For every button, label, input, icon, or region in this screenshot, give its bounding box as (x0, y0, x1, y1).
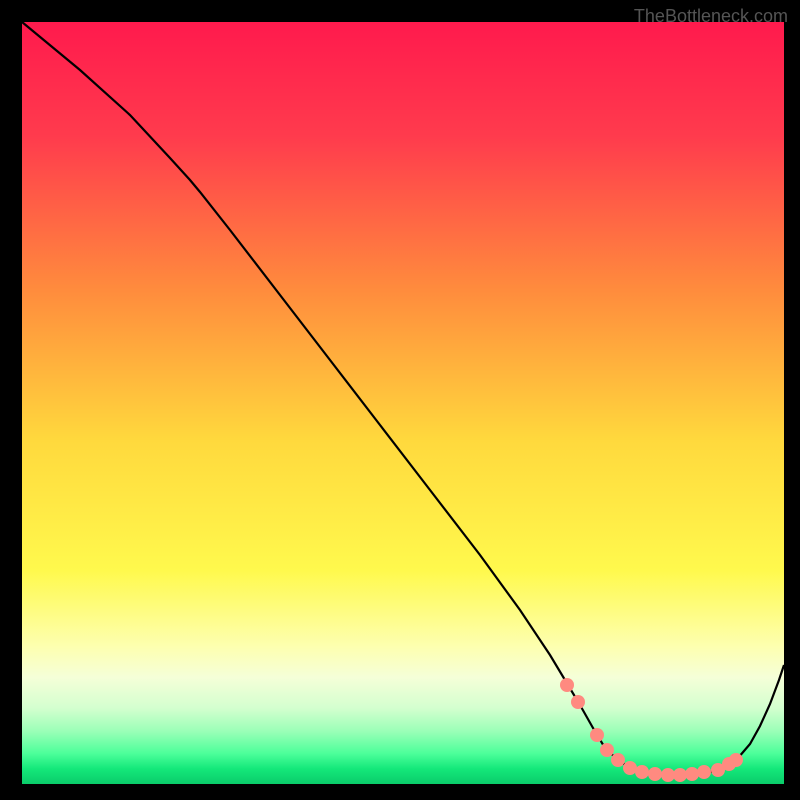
chart-container: TheBottleneck.com (0, 0, 800, 800)
bottleneck-chart (0, 0, 800, 800)
data-marker (590, 728, 604, 742)
data-marker (560, 678, 574, 692)
data-marker (611, 753, 625, 767)
data-marker (661, 768, 675, 782)
data-marker (648, 767, 662, 781)
data-marker (600, 743, 614, 757)
data-marker (571, 695, 585, 709)
data-marker (673, 768, 687, 782)
watermark-text: TheBottleneck.com (634, 6, 788, 27)
data-marker (697, 765, 711, 779)
data-marker (685, 767, 699, 781)
data-marker (635, 765, 649, 779)
data-marker (729, 753, 743, 767)
data-marker (623, 761, 637, 775)
